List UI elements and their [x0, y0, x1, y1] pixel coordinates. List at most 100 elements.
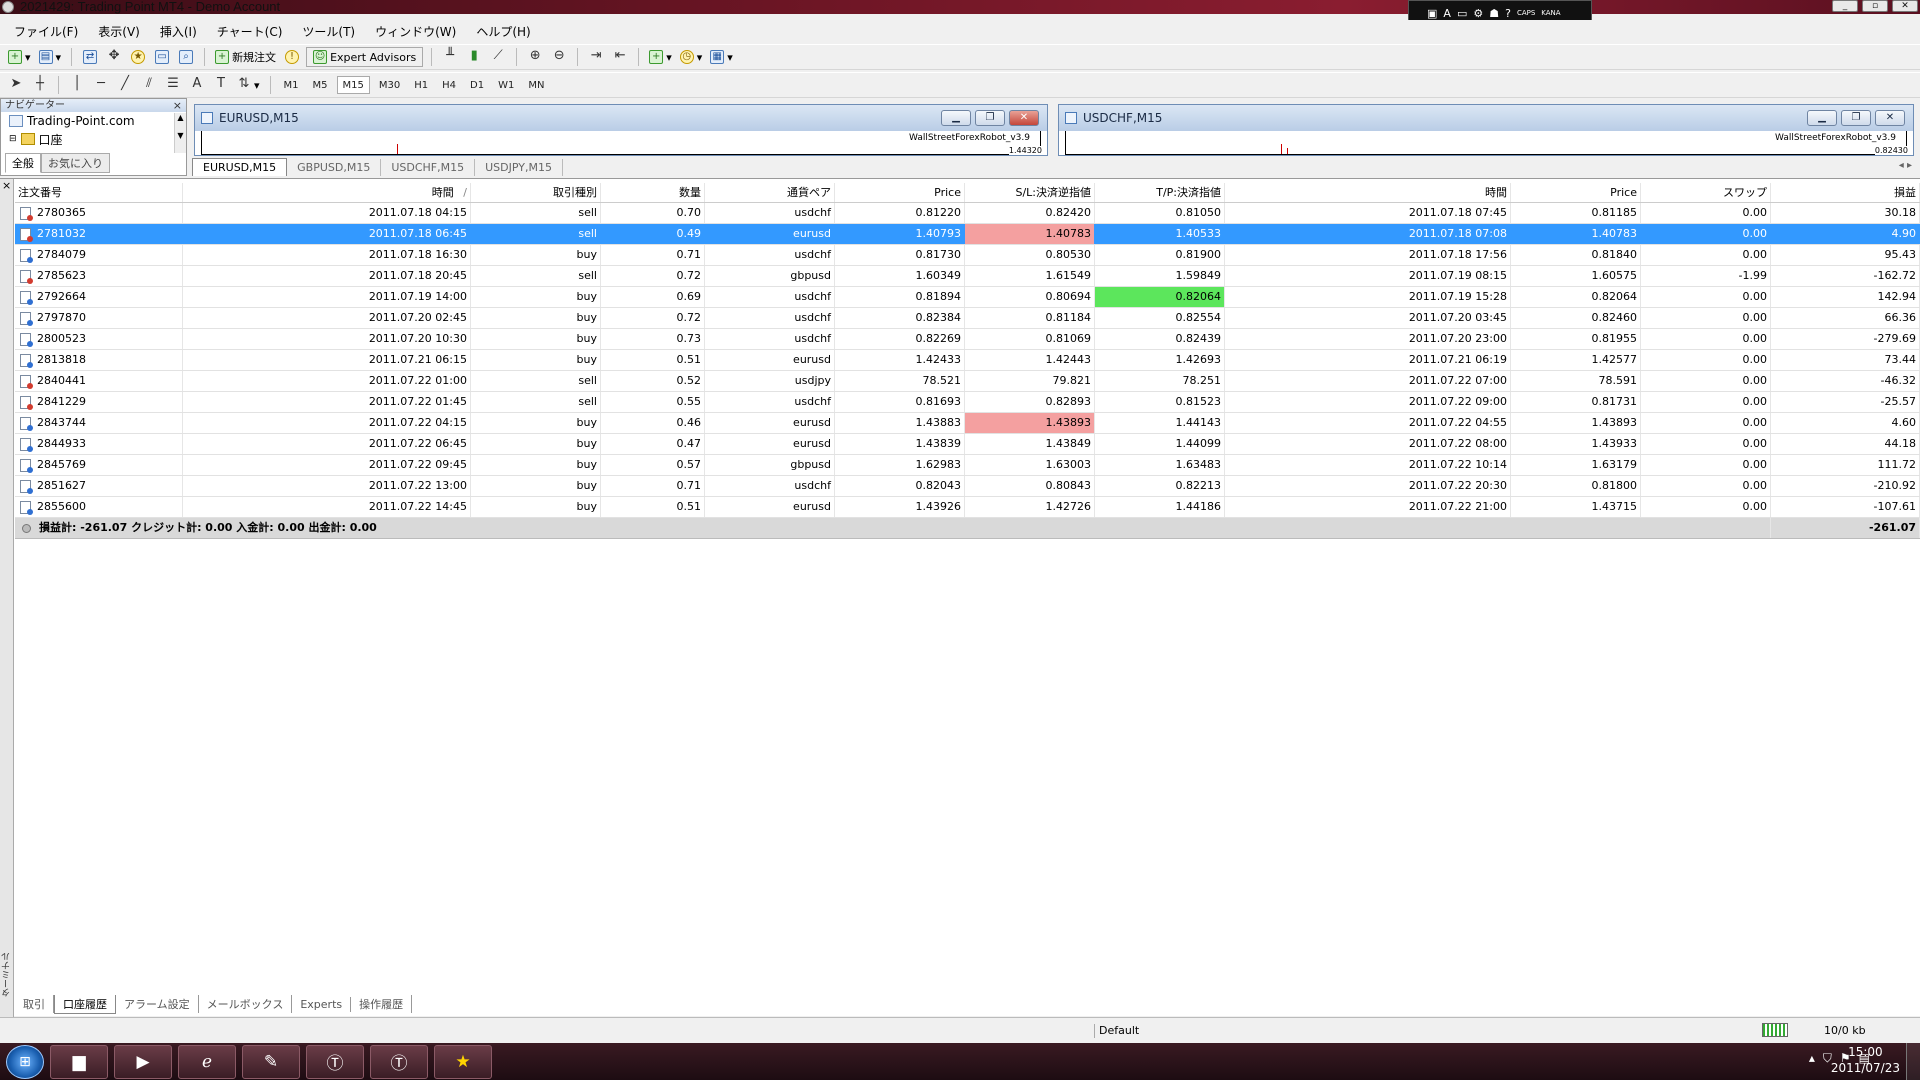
menu-chart[interactable]: チャート(C)	[207, 23, 293, 40]
table-row[interactable]: 2797870 2011.07.20 02:45 buy 0.72 usdchf 0.82…	[15, 308, 1920, 329]
maximize-button[interactable]: ▫	[1862, 0, 1888, 12]
clock[interactable]: 15:00 2011/07/23	[1831, 1044, 1900, 1076]
new-order-button[interactable]: + 新規注文	[213, 47, 278, 67]
menu-tools[interactable]: ツール(T)	[292, 23, 365, 40]
column-header[interactable]: スワップ	[1641, 183, 1771, 202]
menu-view[interactable]: 表示(V)	[88, 23, 150, 40]
tab-favorites[interactable]: お気に入り	[41, 153, 110, 173]
explorer-icon[interactable]: ▆	[50, 1044, 108, 1079]
data-window-button[interactable]: ✥	[104, 47, 124, 67]
timeframe-w1[interactable]: W1	[493, 76, 519, 94]
column-header[interactable]: 取引種別	[471, 183, 601, 202]
navigator-item-accounts[interactable]: ⊟ 口座	[1, 130, 186, 148]
table-row[interactable]: 2813818 2011.07.21 06:15 buy 0.51 eurusd 1.42…	[15, 350, 1920, 371]
summary-row[interactable]: 損益計: -261.07 クレジット計: 0.00 入金計: 0.00 出金計:…	[15, 518, 1920, 539]
minimize-button[interactable]: ▁	[941, 110, 971, 126]
menu-insert[interactable]: 挿入(I)	[150, 23, 207, 40]
line-chart-button[interactable]: ⟋	[488, 47, 508, 67]
table-row[interactable]: 2841229 2011.07.22 01:45 sell 0.55 usdchf 0.8…	[15, 392, 1920, 413]
horizontal-line-button[interactable]: ─	[91, 75, 111, 95]
user-icon[interactable]: ☗	[1489, 7, 1499, 20]
auto-scroll-button[interactable]: ⇥	[586, 47, 606, 67]
close-icon[interactable]: ×	[2, 179, 11, 192]
mt4-app-icon[interactable]: Ⓣ	[306, 1044, 364, 1079]
column-header[interactable]: 時間 /	[183, 183, 471, 202]
table-row[interactable]: 2840441 2011.07.22 01:00 sell 0.52 usdjpy 78.…	[15, 371, 1920, 392]
minimize-button[interactable]: ▁	[1807, 110, 1837, 126]
chart-tab[interactable]: EURUSD,M15	[192, 158, 288, 176]
table-row[interactable]: 2844933 2011.07.22 06:45 buy 0.47 eurusd 1.43…	[15, 434, 1920, 455]
tab-experts[interactable]: Experts	[292, 996, 352, 1012]
tab-journal[interactable]: 操作履歴	[351, 995, 413, 1013]
column-header[interactable]: Price	[1511, 183, 1641, 202]
indicators-button[interactable]: + ▾	[647, 47, 674, 67]
chart-tab[interactable]: USDCHF,M15	[381, 159, 476, 176]
navigator-button[interactable]: ★	[128, 47, 148, 67]
bar-chart-button[interactable]: ╨	[440, 47, 460, 67]
menu-help[interactable]: ヘルプ(H)	[466, 23, 540, 40]
channel-button[interactable]: ⫽	[139, 75, 159, 95]
chart-window-usdchf[interactable]: USDCHF,M15 ▁ ❐ ✕ WallStreetForexRobot_v3…	[1058, 104, 1914, 156]
column-header[interactable]: 注文番号	[15, 183, 183, 202]
menu-window[interactable]: ウィンドウ(W)	[365, 23, 466, 40]
start-button[interactable]: ⊞	[6, 1044, 44, 1079]
table-row[interactable]: 2792664 2011.07.19 14:00 buy 0.69 usdchf 0.81…	[15, 287, 1920, 308]
timeframe-m15[interactable]: M15	[336, 76, 370, 94]
column-header[interactable]: T/P:決済指値	[1095, 183, 1225, 202]
table-row[interactable]: 2785623 2011.07.18 20:45 sell 0.72 gbpusd 1.6…	[15, 266, 1920, 287]
navigator-scrollbar[interactable]: ▲ ▼	[174, 113, 186, 153]
vertical-line-button[interactable]: │	[67, 75, 87, 95]
column-header[interactable]: 通貨ペア	[705, 183, 835, 202]
close-button[interactable]: ✕	[1009, 110, 1039, 126]
column-header[interactable]: 損益	[1771, 183, 1920, 202]
text-label-button[interactable]: T	[211, 75, 231, 95]
column-header[interactable]: S/L:決済逆指値	[965, 183, 1095, 202]
star-app-icon[interactable]: ★	[434, 1044, 492, 1079]
minimize-button[interactable]: _	[1832, 0, 1858, 12]
close-button[interactable]: ✕	[1892, 0, 1918, 12]
ime-pad-icon[interactable]: ▭	[1457, 7, 1467, 20]
internet-explorer-icon[interactable]: ℯ	[178, 1044, 236, 1079]
tab-mailbox[interactable]: メールボックス	[199, 995, 293, 1013]
menu-file[interactable]: ファイル(F)	[4, 23, 88, 40]
table-row[interactable]: 2845769 2011.07.22 09:45 buy 0.57 gbpusd 1.62…	[15, 455, 1920, 476]
close-icon[interactable]: ×	[173, 99, 182, 112]
timeframe-m1[interactable]: M1	[279, 76, 304, 94]
tab-common[interactable]: 全般	[5, 153, 41, 173]
chart-shift-button[interactable]: ⇤	[610, 47, 630, 67]
editor-icon[interactable]: ✎	[242, 1044, 300, 1079]
fibonacci-button[interactable]: ☰	[163, 75, 183, 95]
arrows-button[interactable]: ⇅ ▾	[235, 75, 262, 95]
trendline-button[interactable]: ╱	[115, 75, 135, 95]
metaeditor-button[interactable]: !	[282, 47, 302, 67]
chart-window-eurusd[interactable]: EURUSD,M15 ▁ ❐ ✕ WallStreetForexRobot_v3…	[194, 104, 1048, 156]
strategy-tester-button[interactable]: ⌕	[176, 47, 196, 67]
close-button[interactable]: ✕	[1875, 110, 1905, 126]
table-row[interactable]: 2800523 2011.07.20 10:30 buy 0.73 usdchf 0.82…	[15, 329, 1920, 350]
column-header[interactable]: Price	[835, 183, 965, 202]
table-row[interactable]: 2855600 2011.07.22 14:45 buy 0.51 eurusd 1.43…	[15, 497, 1920, 518]
timeframe-m5[interactable]: M5	[308, 76, 333, 94]
tab-trade[interactable]: 取引	[15, 995, 54, 1013]
table-row[interactable]: 2843744 2011.07.22 04:15 buy 0.46 eurusd 1.43…	[15, 413, 1920, 434]
language-icon[interactable]: ▣	[1427, 7, 1437, 20]
zoom-in-button[interactable]: ⊕	[525, 47, 545, 67]
tray-expand-icon[interactable]: ▴	[1809, 1051, 1815, 1066]
table-row[interactable]: 2784079 2011.07.18 16:30 buy 0.71 usdchf 0.81…	[15, 245, 1920, 266]
timeframe-mn[interactable]: MN	[523, 76, 549, 94]
tools-icon[interactable]: ⚙	[1473, 7, 1483, 20]
terminal-button[interactable]: ▭	[152, 47, 172, 67]
cursor-button[interactable]: ➤	[6, 75, 26, 95]
tab-account-history[interactable]: 口座履歴	[54, 994, 116, 1014]
column-header[interactable]: 時間	[1225, 183, 1511, 202]
tab-alerts[interactable]: アラーム設定	[116, 995, 199, 1013]
timeframe-d1[interactable]: D1	[465, 76, 489, 94]
templates-button[interactable]: ▦ ▾	[708, 47, 735, 67]
chart-area[interactable]: WallStreetForexRobot_v3.9 1.44320	[201, 131, 1042, 155]
zoom-out-button[interactable]: ⊖	[549, 47, 569, 67]
timeframe-m30[interactable]: M30	[374, 76, 405, 94]
input-mode-label[interactable]: A	[1443, 7, 1451, 20]
restore-button[interactable]: ❐	[975, 110, 1005, 126]
mt4-app-icon[interactable]: Ⓣ	[370, 1044, 428, 1079]
expert-advisors-button[interactable]: ☺ Expert Advisors	[306, 47, 424, 67]
